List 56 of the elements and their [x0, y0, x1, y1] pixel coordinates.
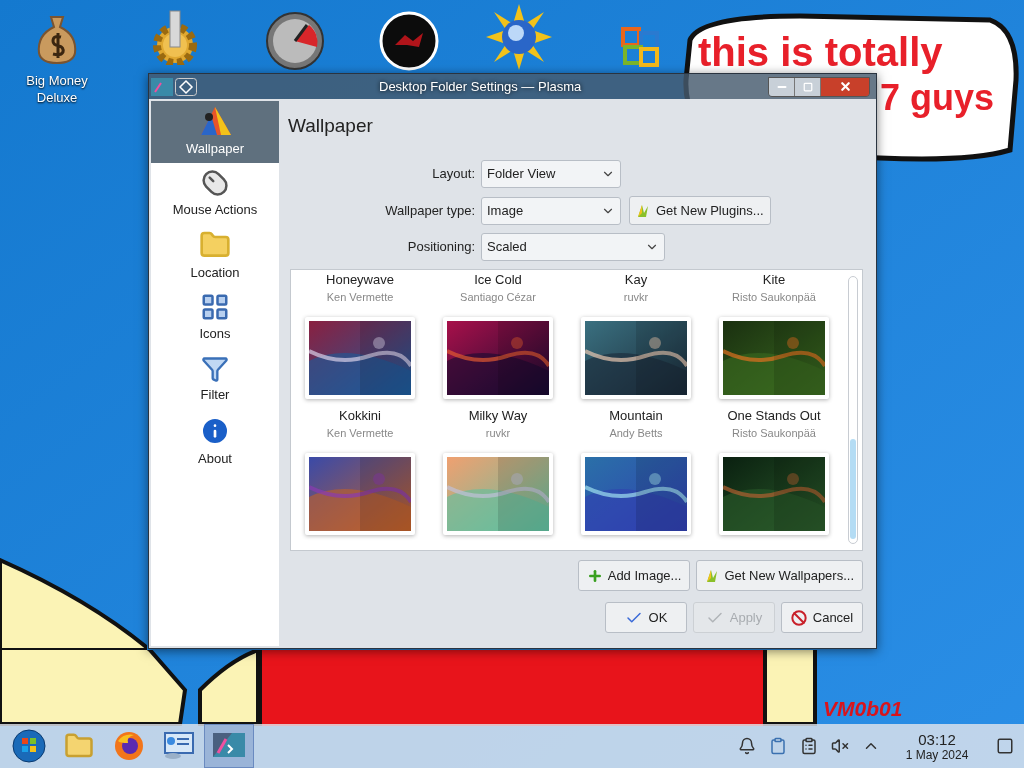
maximize-button[interactable]	[795, 77, 821, 96]
sidebar-item[interactable]: About	[151, 411, 279, 473]
notification-bell-icon[interactable]	[738, 737, 756, 755]
notes-icon[interactable]	[800, 737, 818, 755]
gauge-icon	[265, 11, 325, 71]
monitor-icon	[163, 731, 195, 761]
desktop-caption: this is totally	[698, 29, 943, 76]
clock[interactable]: 03:12 1 May 2024	[897, 730, 977, 762]
muted-speaker-icon[interactable]	[831, 737, 849, 755]
sidebar-item[interactable]: Mouse Actions	[151, 163, 279, 225]
sun-globe-icon	[486, 4, 552, 70]
keep-above-icon[interactable]	[175, 77, 197, 96]
close-button[interactable]	[821, 77, 869, 96]
desktop-caption: 7 guys	[880, 76, 995, 120]
thumbnail-caption[interactable]: One Stands Out Risto Saukonpää	[727, 407, 821, 441]
sidebar-item[interactable]: Location	[151, 225, 279, 287]
field-label: Layout:	[431, 165, 475, 184]
dropdown[interactable]: Folder View	[481, 160, 621, 188]
close-icon	[838, 80, 852, 93]
field-label: Wallpaper type:	[384, 201, 475, 220]
sidebar-item[interactable]: Wallpaper	[151, 101, 279, 163]
sidebar-item[interactable]: Icons	[151, 287, 279, 349]
thumbnail-caption[interactable]: Mountain Andy Betts	[609, 407, 663, 441]
start-orb-icon	[12, 729, 46, 763]
ok-button[interactable]: OK	[605, 602, 687, 633]
thumbnail-caption[interactable]: Ice Cold Santiago Cézar	[460, 271, 536, 305]
show-desktop-icon[interactable]	[996, 737, 1014, 755]
filter-icon	[201, 355, 229, 384]
clipboard-icon[interactable]	[769, 737, 787, 755]
page-heading: Wallpaper	[288, 114, 374, 138]
dropdown[interactable]: Image	[481, 196, 621, 225]
desktop-caption: VM0b01	[823, 697, 903, 721]
window-title: Desktop Folder Settings — Plasma	[379, 77, 582, 96]
icon-grid-icon	[200, 292, 230, 323]
get-wallpapers-button[interactable]: Get New Wallpapers...	[696, 560, 863, 591]
thumbnail-caption[interactable]: Honeywave Ken Vermette	[326, 271, 394, 305]
maximize-icon	[802, 81, 813, 92]
minimize-button[interactable]	[769, 77, 795, 96]
get-plugins-button[interactable]: Get New Plugins...	[629, 196, 771, 225]
thumbnail-caption[interactable]: Milky Way ruvkr	[468, 407, 528, 441]
thumbnail-caption[interactable]: Kite Risto Saukonpää	[732, 271, 816, 305]
sidebar-item[interactable]: Filter	[151, 349, 279, 411]
cancel-button[interactable]: Cancel	[781, 602, 863, 633]
thumbnail-caption[interactable]: Kay ruvkr	[623, 271, 649, 305]
desktop-icon-label[interactable]: Big Money Deluxe	[17, 72, 97, 106]
cancel-icon	[790, 609, 807, 626]
office-logo-icon	[621, 25, 661, 69]
add-image-button[interactable]: Add Image...	[577, 560, 691, 591]
field-label: Positioning:	[406, 238, 475, 257]
plus-icon	[586, 567, 603, 584]
scrollbar-handle[interactable]	[850, 439, 856, 539]
browser-icon	[114, 731, 144, 761]
disc-icon	[379, 11, 439, 71]
thumbnail-caption[interactable]: Kokkini Ken Vermette	[326, 407, 394, 441]
taskbar-button[interactable]	[204, 724, 254, 768]
dropdown[interactable]: Scaled	[481, 233, 665, 261]
